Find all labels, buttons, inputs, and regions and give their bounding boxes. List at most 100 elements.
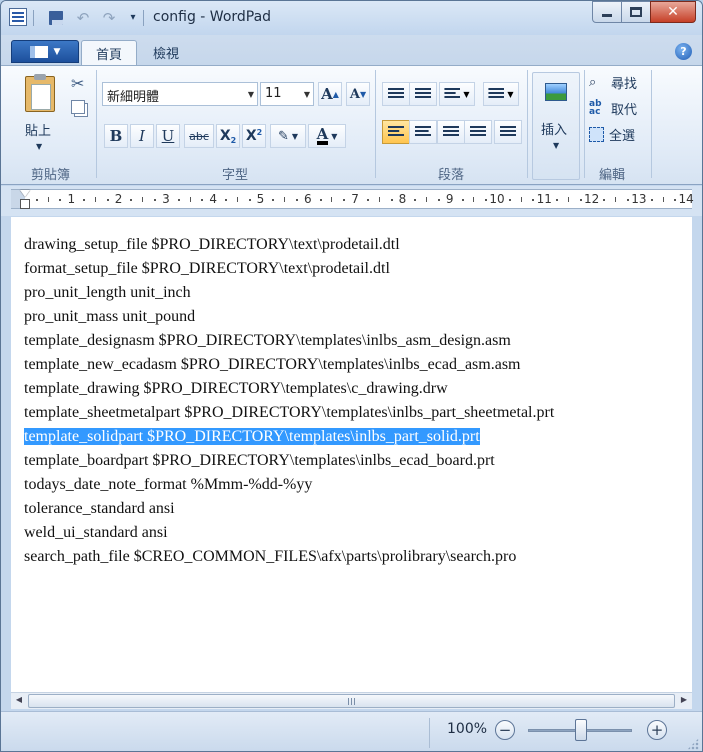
ruler-tick <box>331 197 333 202</box>
ruler-tick <box>366 199 369 201</box>
justify-button[interactable] <box>464 120 492 144</box>
document-text[interactable]: drawing_setup_file $PRO_DIRECTORY\text\p… <box>24 233 554 569</box>
ruler-number: 7 <box>351 192 359 206</box>
chevron-down-icon: ▼ <box>53 46 61 57</box>
highlight-color-button[interactable]: ✎ ▼ <box>270 124 306 148</box>
ruler[interactable]: 1 2 3 4 5 6 7 8 9 10 11 12 13 14 <box>11 189 694 209</box>
ruler-tick <box>414 199 417 201</box>
zoom-level: 100% <box>447 721 488 737</box>
wordpad-app-icon[interactable] <box>9 8 27 26</box>
chevron-down-icon: ▼ <box>507 89 514 99</box>
font-family-select[interactable]: 新細明體 ▼ <box>102 82 258 106</box>
ruler-tick <box>295 199 298 201</box>
text-line[interactable]: search_path_file $CREO_COMMON_FILES\afx\… <box>24 545 554 569</box>
ruler-tick <box>426 197 428 202</box>
resize-grip[interactable] <box>687 738 699 750</box>
document-area[interactable]: drawing_setup_file $PRO_DIRECTORY\text\p… <box>11 217 692 692</box>
copy-icon[interactable] <box>71 100 85 114</box>
superscript-button[interactable]: X2 <box>242 124 266 148</box>
decrease-indent-button[interactable] <box>382 82 410 106</box>
bold-button[interactable]: B <box>104 124 128 148</box>
replace-button[interactable]: ab ac 取代 <box>589 98 637 118</box>
bullet-list-button[interactable]: ▼ <box>439 82 475 106</box>
text-line[interactable]: template_designasm $PRO_DIRECTORY\templa… <box>24 329 554 353</box>
minimize-button[interactable] <box>592 1 622 23</box>
text-line[interactable]: template_drawing $PRO_DIRECTORY\template… <box>24 377 554 401</box>
text-line[interactable]: pro_unit_length unit_inch <box>24 281 554 305</box>
redo-icon[interactable]: ↷ <box>99 8 119 28</box>
text-line[interactable]: weld_ui_standard ansi <box>24 521 554 545</box>
strikethrough-button[interactable]: abc <box>184 124 214 148</box>
font-color-button[interactable]: A ▼ <box>308 124 346 148</box>
save-icon[interactable] <box>46 8 66 28</box>
zoom-slider-thumb[interactable] <box>575 719 587 741</box>
shrink-font-button[interactable]: A ▼ <box>346 82 370 106</box>
scroll-left-icon[interactable]: ◀ <box>11 695 27 704</box>
line-spacing-button[interactable]: ▼ <box>483 82 519 106</box>
window-title: config - WordPad <box>153 9 272 25</box>
ruler-tick <box>248 199 251 201</box>
wordpad-window: ↶ ↷ ▾ config - WordPad ✕ ▼ 首頁 檢視 ? 貼上 ▼ … <box>0 0 703 752</box>
text-line[interactable]: format_setup_file $PRO_DIRECTORY\text\pr… <box>24 257 554 281</box>
text-line[interactable]: template_boardpart $PRO_DIRECTORY\templa… <box>24 449 554 473</box>
scroll-right-icon[interactable]: ▶ <box>676 695 692 704</box>
ruler-tick <box>650 199 653 201</box>
ruler-tick <box>461 199 464 201</box>
title-bar[interactable]: ↶ ↷ ▾ config - WordPad ✕ <box>1 1 702 35</box>
horizontal-scrollbar[interactable]: ◀ ▶ <box>11 692 692 709</box>
paste-button[interactable]: 貼上 ▼ <box>19 74 63 154</box>
help-icon[interactable]: ? <box>675 43 692 60</box>
align-center-button[interactable] <box>409 120 437 144</box>
ruler-tick <box>556 199 559 201</box>
text-line[interactable]: template_sheetmetalpart $PRO_DIRECTORY\t… <box>24 401 554 425</box>
selected-text-line[interactable]: template_solidpart $PRO_DIRECTORY\templa… <box>24 425 554 449</box>
ruler-tick <box>579 199 582 201</box>
scissors-icon[interactable]: ✂ <box>71 74 84 93</box>
close-button[interactable]: ✕ <box>650 1 696 23</box>
zoom-out-button[interactable]: − <box>495 720 515 740</box>
insert-button[interactable]: 插入 ▼ <box>532 72 580 180</box>
ruler-number: 4 <box>209 192 218 206</box>
zoom-in-button[interactable]: + <box>647 720 667 740</box>
text-line[interactable]: pro_unit_mass unit_pound <box>24 305 554 329</box>
ruler-tick <box>272 199 275 201</box>
grow-font-button[interactable]: A ▲ <box>318 82 342 106</box>
clipboard-icon <box>25 74 55 112</box>
find-button[interactable]: ⌕ 尋找 <box>589 72 637 92</box>
text-line[interactable]: tolerance_standard ansi <box>24 497 554 521</box>
scrollbar-thumb[interactable] <box>28 694 675 708</box>
text-line-content: search_path_file $CREO_COMMON_FILES\afx\… <box>24 548 517 565</box>
select-all-button[interactable]: 全選 <box>589 124 635 144</box>
align-right-button[interactable] <box>437 120 465 144</box>
text-line[interactable]: todays_date_note_format %Mmm-%dd-%yy <box>24 473 554 497</box>
italic-button[interactable]: I <box>130 124 154 148</box>
first-line-indent-marker[interactable] <box>20 190 30 197</box>
text-line-content: template_boardpart $PRO_DIRECTORY\templa… <box>24 452 495 469</box>
font-size-select[interactable]: 11 ▼ <box>260 82 314 106</box>
application-menu-button[interactable]: ▼ <box>11 40 79 63</box>
text-line-content: drawing_setup_file $PRO_DIRECTORY\text\p… <box>24 236 400 253</box>
align-left-button[interactable] <box>382 120 410 144</box>
select-all-label: 全選 <box>609 128 636 144</box>
undo-icon[interactable]: ↶ <box>73 8 93 28</box>
text-line[interactable]: template_new_ecadasm $PRO_DIRECTORY\temp… <box>24 353 554 377</box>
group-label-editing: 編輯 <box>599 168 626 183</box>
ruler-number: 14 <box>678 192 694 206</box>
text-line-content: pro_unit_length unit_inch <box>24 284 191 301</box>
tab-view[interactable]: 檢視 <box>139 40 193 65</box>
increase-indent-button[interactable] <box>409 82 437 106</box>
ruler-tick <box>508 199 511 201</box>
customize-qat-icon[interactable]: ▾ <box>123 8 143 28</box>
text-line[interactable]: drawing_setup_file $PRO_DIRECTORY\text\p… <box>24 233 554 257</box>
tab-home[interactable]: 首頁 <box>81 40 138 65</box>
underline-button[interactable]: U <box>156 124 180 148</box>
ruler-tick <box>154 199 157 201</box>
subscript-button[interactable]: X2 <box>216 124 240 148</box>
left-indent-marker[interactable] <box>20 199 30 209</box>
maximize-button[interactable] <box>621 1 651 23</box>
ruler-tick <box>627 199 630 201</box>
text-line-content: pro_unit_mass unit_pound <box>24 308 196 325</box>
paragraph-icon <box>500 126 516 136</box>
paragraph-settings-button[interactable] <box>494 120 522 144</box>
ruler-tick <box>343 199 346 201</box>
